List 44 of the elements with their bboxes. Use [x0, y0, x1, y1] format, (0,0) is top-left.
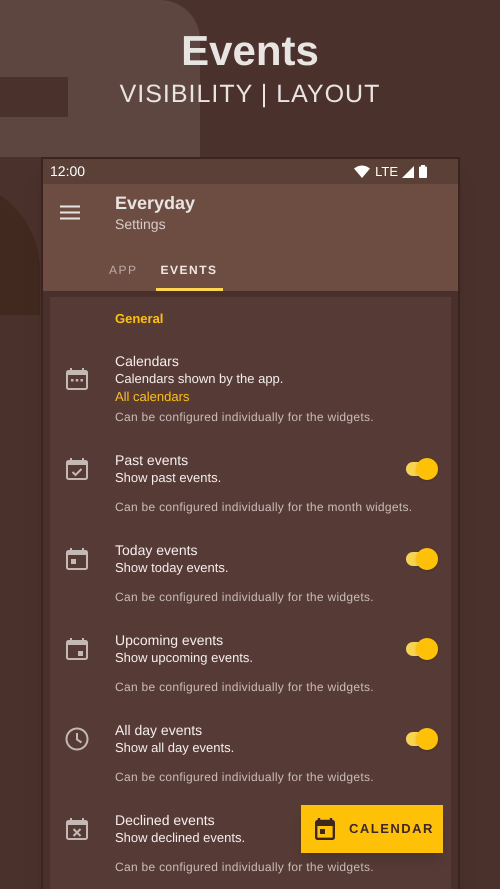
setting-note: Can be configured individually for the month widgets.: [115, 499, 412, 515]
calendar-icon: [65, 637, 89, 661]
page-title: Events: [181, 26, 319, 76]
setting-summary: Show past events.: [115, 469, 222, 487]
toggle-switch[interactable]: [404, 458, 438, 480]
toggle-switch[interactable]: [404, 548, 438, 570]
app-title: Everyday: [115, 192, 196, 214]
setting-title: Calendars: [115, 352, 179, 370]
tab[interactable]: EVENTS: [156, 254, 223, 291]
status-time: 12:00: [50, 162, 86, 181]
setting-summary: Show upcoming events.: [115, 649, 254, 667]
setting-summary: Calendars shown by the app.: [115, 370, 284, 388]
toggle-switch[interactable]: [404, 638, 438, 660]
calendar-icon: [65, 366, 89, 390]
calendar-icon: [315, 818, 335, 840]
setting-title: Past events: [115, 451, 188, 469]
setting-summary: Show today events.: [115, 559, 228, 577]
calendar-check-icon: [65, 457, 89, 481]
setting-summary: Show declined events.: [115, 829, 246, 847]
wifi-icon: [354, 165, 370, 178]
calendar-button[interactable]: CALENDAR: [301, 805, 443, 853]
setting-title: Declined events: [115, 811, 215, 829]
setting-title: Upcoming events: [115, 631, 224, 649]
tab[interactable]: APP: [104, 254, 143, 291]
calendar-icon: [65, 547, 89, 571]
battery-icon: [419, 165, 427, 178]
setting-note: Can be configured individually for the widgets.: [115, 859, 374, 875]
setting-note: Can be configured individually for the widgets.: [115, 769, 374, 785]
setting-title: Today events: [115, 541, 198, 559]
section-header: General: [115, 310, 164, 328]
network-label: LTE: [375, 162, 398, 181]
page-subtitle: VISIBILITY | LAYOUT: [120, 79, 380, 110]
app-subtitle: Settings: [115, 215, 167, 234]
calendar-x-icon: [65, 817, 89, 841]
setting-note: Can be configured individually for the widgets.: [115, 409, 374, 425]
setting-note: Can be configured individually for the widgets.: [115, 679, 374, 695]
signal-icon: [402, 166, 414, 178]
setting-title: All day events: [115, 721, 202, 739]
setting-note: Can be configured individually for the widgets.: [115, 589, 374, 605]
setting-summary: Show all day events.: [115, 739, 234, 757]
menu-icon[interactable]: [60, 205, 80, 220]
setting-value: All calendars: [115, 388, 190, 405]
toggle-switch[interactable]: [404, 728, 438, 750]
clock-icon: [65, 727, 89, 751]
